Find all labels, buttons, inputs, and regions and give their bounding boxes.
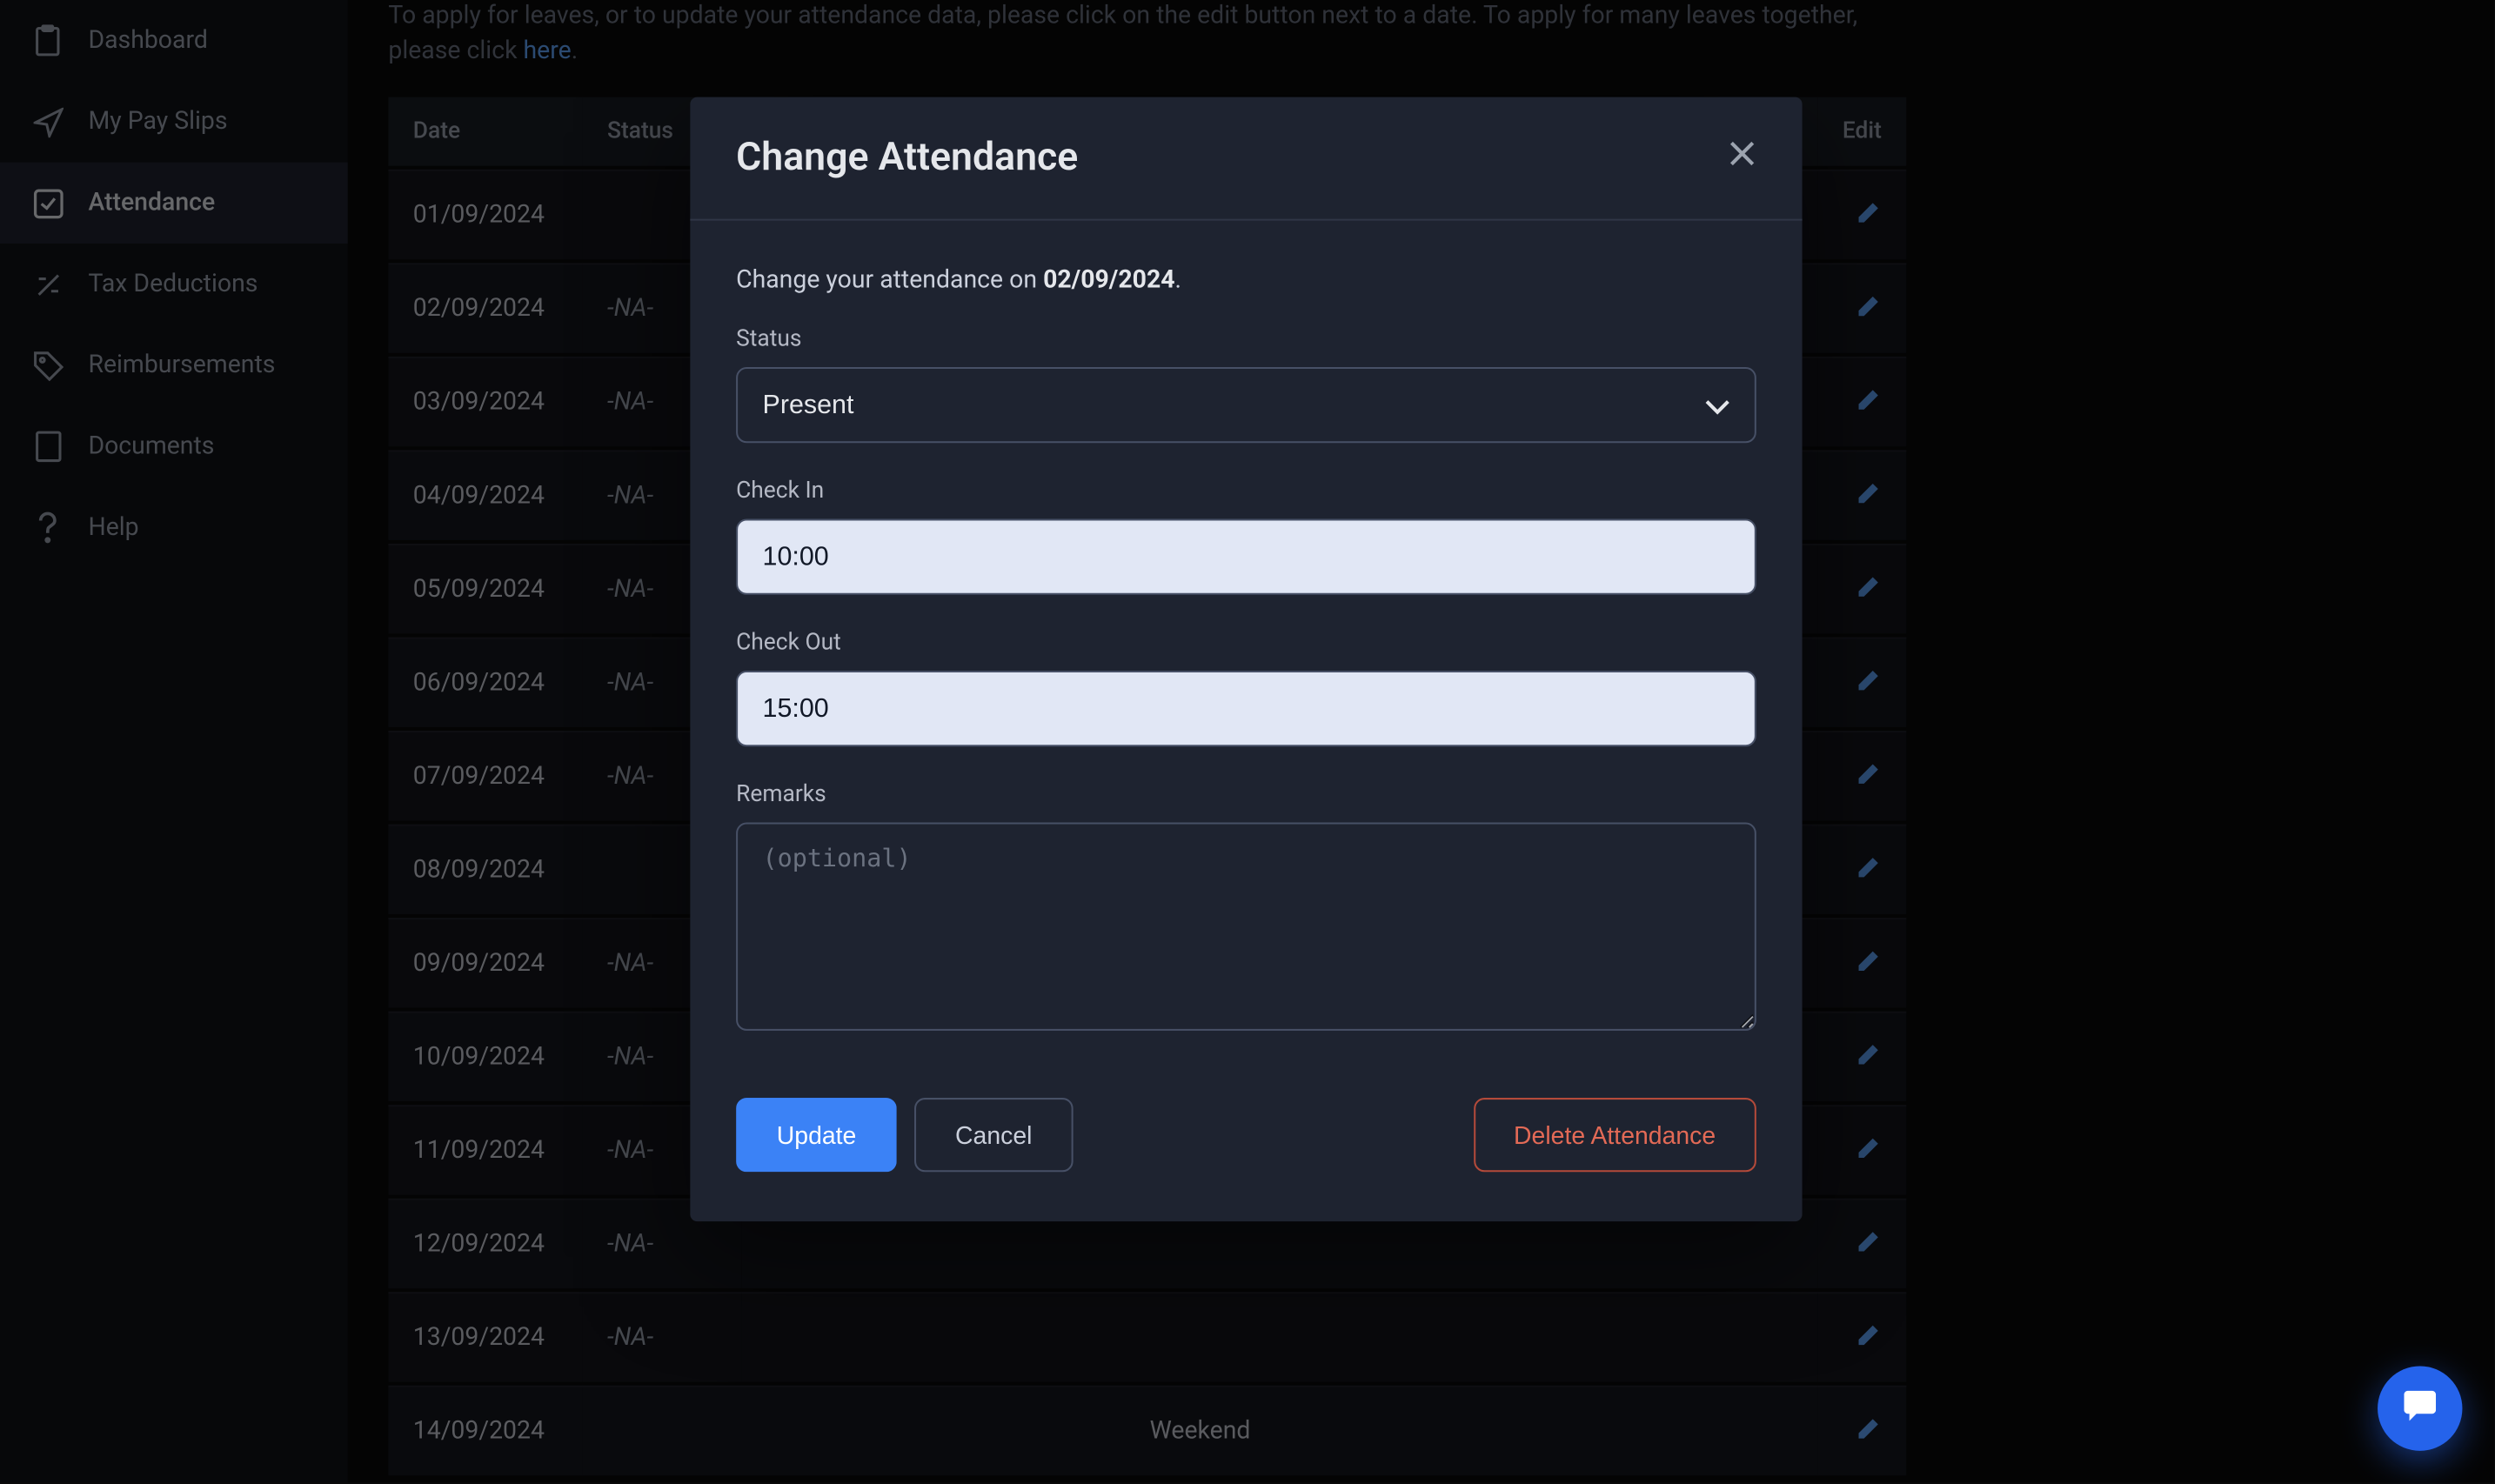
modal-title: Change Attendance: [736, 136, 1078, 180]
close-button[interactable]: [1728, 137, 1756, 178]
delete-attendance-button[interactable]: Delete Attendance: [1473, 1098, 1756, 1172]
status-select[interactable]: Present: [738, 369, 1755, 441]
remarks-label: Remarks: [736, 782, 1756, 808]
checkin-label: Check In: [736, 478, 1756, 505]
update-button[interactable]: Update: [736, 1098, 897, 1172]
modal-description: Change your attendance on 02/09/2024.: [736, 266, 1756, 294]
modal-desc-date: 02/09/2024: [1043, 266, 1174, 294]
checkout-input[interactable]: [736, 671, 1756, 746]
modal-desc-prefix: Change your attendance on: [736, 266, 1043, 294]
status-label: Status: [736, 326, 1756, 352]
checkout-label: Check Out: [736, 630, 1756, 656]
change-attendance-modal: Change Attendance Change your attendance…: [690, 97, 1802, 1221]
remarks-textarea[interactable]: [736, 823, 1756, 1031]
modal-desc-suffix: .: [1175, 266, 1182, 294]
cancel-button[interactable]: Cancel: [914, 1098, 1073, 1172]
modal-header: Change Attendance: [690, 97, 1802, 221]
status-select-wrap[interactable]: Present: [736, 367, 1756, 443]
checkin-input[interactable]: [736, 519, 1756, 595]
close-icon: [1728, 137, 1756, 177]
chat-icon: [2400, 1386, 2439, 1432]
chat-launcher[interactable]: [2378, 1366, 2462, 1450]
